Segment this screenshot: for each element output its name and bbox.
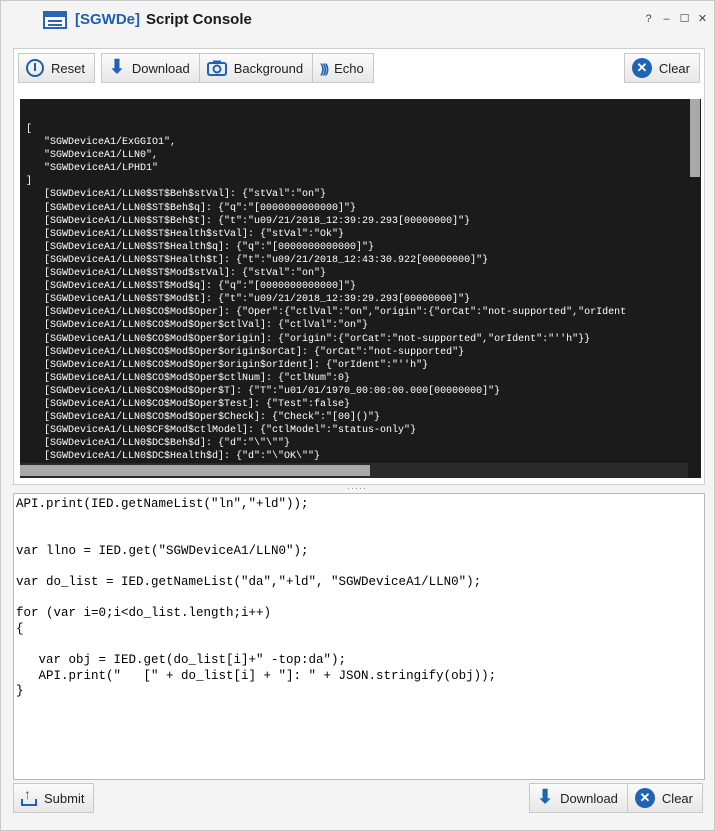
download-arrow-icon: ⬇: [537, 787, 554, 808]
console-window-icon: [43, 11, 67, 29]
download-label: Download: [131, 60, 190, 76]
output-pane: Reset ⬇ Download Background ))) Echo ✕ C…: [13, 48, 705, 485]
console-horizontal-scroll-thumb[interactable]: [20, 465, 370, 476]
background-camera-icon: [206, 60, 227, 76]
editor-toolbar: Submit ⬇ Download ✕ Clear: [13, 783, 703, 813]
help-icon[interactable]: ?: [643, 13, 654, 25]
console-output-text: [ "SGWDeviceA1/ExGGIO1", "SGWDeviceA1/LL…: [26, 124, 627, 463]
minimize-icon[interactable]: ‒: [661, 13, 672, 25]
clear-output-label: Clear: [658, 60, 690, 76]
power-icon: [26, 59, 44, 77]
console-output[interactable]: [ "SGWDeviceA1/ExGGIO1", "SGWDeviceA1/LL…: [20, 99, 688, 478]
close-icon[interactable]: ✕: [697, 13, 708, 25]
clear-editor-label: Clear: [661, 790, 693, 806]
page-title: [SGWDe] Script Console: [75, 11, 252, 28]
script-console-window: [SGWDe] Script Console ? ‒ ☐ ✕ Reset ⬇ Do…: [0, 0, 715, 831]
clear-x-icon: ✕: [634, 788, 655, 808]
pane-splitter-handle[interactable]: ·····: [347, 484, 369, 493]
download-script-button[interactable]: ⬇ Download: [529, 783, 628, 813]
editor-actions: ⬇ Download ✕ Clear: [529, 783, 703, 813]
console-vertical-scroll-thumb[interactable]: [690, 99, 700, 177]
clear-x-icon: ✕: [631, 58, 652, 78]
download-button[interactable]: ⬇ Download: [100, 53, 200, 83]
background-button[interactable]: Background: [199, 53, 314, 83]
reset-label: Reset: [51, 60, 85, 76]
submit-upload-icon: [21, 786, 37, 806]
download-arrow-icon: ⬇: [108, 57, 125, 78]
download-script-label: Download: [560, 790, 618, 806]
console-horizontal-scrollbar[interactable]: [20, 463, 688, 478]
console-vertical-scrollbar[interactable]: [688, 99, 701, 478]
reset-button[interactable]: Reset: [18, 53, 95, 83]
echo-label: Echo: [334, 60, 364, 76]
clear-output-button[interactable]: ✕ Clear: [623, 53, 700, 83]
output-toolbar: Reset ⬇ Download Background ))) Echo: [18, 53, 374, 83]
background-label: Background: [233, 60, 304, 76]
echo-waves-icon: ))): [320, 60, 329, 76]
submit-button[interactable]: Submit: [13, 783, 95, 813]
window-title: Script Console: [146, 11, 252, 28]
clear-editor-button[interactable]: ✕ Clear: [627, 783, 703, 813]
script-editor[interactable]: API.print(IED.getNameList("ln","+ld")); …: [13, 493, 705, 780]
script-editor-text[interactable]: API.print(IED.getNameList("ln","+ld")); …: [14, 494, 704, 700]
maximize-icon[interactable]: ☐: [679, 13, 690, 25]
submit-label: Submit: [44, 790, 85, 806]
title-bar: [SGWDe] Script Console ? ‒ ☐ ✕: [1, 1, 714, 39]
echo-button[interactable]: ))) Echo: [313, 53, 374, 83]
app-brand: [SGWDe]: [75, 11, 140, 28]
window-controls: ? ‒ ☐ ✕: [643, 13, 708, 25]
